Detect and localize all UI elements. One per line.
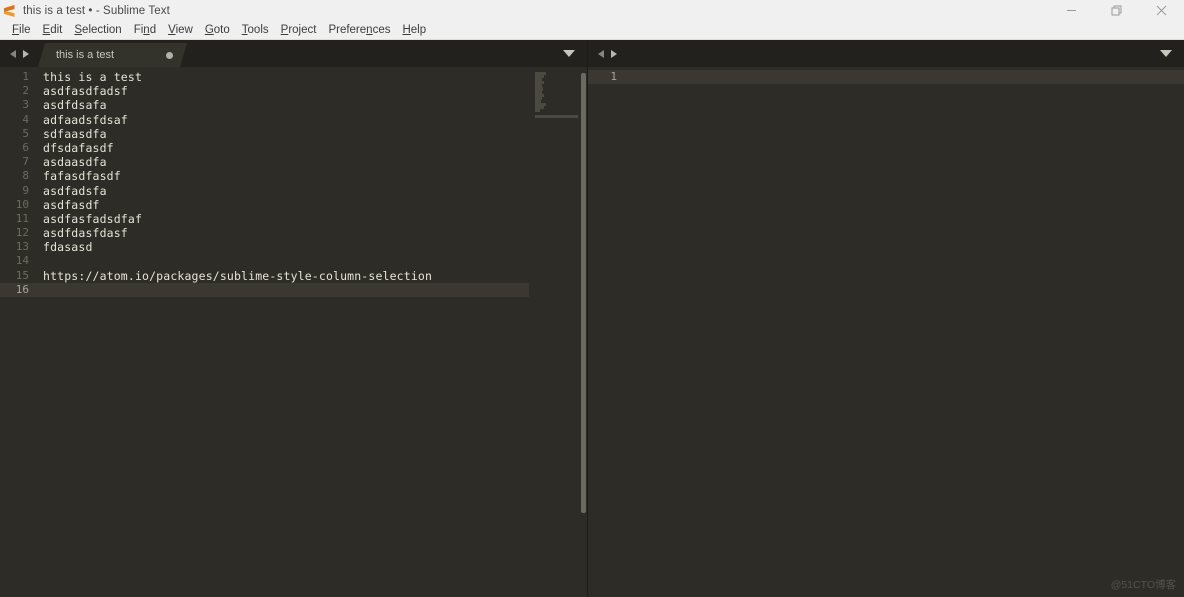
menu-item-selection[interactable]: Selection [68, 21, 127, 39]
close-button[interactable] [1139, 0, 1184, 21]
code-line[interactable]: sdfaasdfa [36, 127, 529, 141]
code-line[interactable]: dfsdafasdf [36, 141, 529, 155]
unsaved-dot-icon [166, 52, 173, 59]
line-number: 8 [22, 169, 29, 183]
minimize-button[interactable] [1049, 0, 1094, 21]
minimize-icon [1067, 10, 1076, 11]
line-number: 16 [0, 282, 36, 297]
arrow-right-icon [22, 49, 29, 58]
code-content-right[interactable] [624, 67, 1184, 597]
tab-label: this is a test [56, 49, 115, 61]
menu-item-help[interactable]: Help [396, 21, 432, 39]
sublime-text-logo-icon [3, 4, 17, 18]
menu-item-project[interactable]: Project [275, 21, 323, 39]
editor-pane-right: 1 [588, 40, 1184, 597]
code-line[interactable] [624, 70, 1184, 85]
minimap-left[interactable] [529, 67, 587, 597]
code-line[interactable] [36, 254, 529, 268]
line-number: 12 [15, 226, 29, 240]
menu-item-find[interactable]: Find [128, 21, 162, 39]
line-number: 1 [22, 70, 29, 83]
tab-bar-right [588, 40, 1184, 67]
scrollbar-thumb[interactable] [581, 73, 586, 513]
line-number: 9 [22, 183, 29, 197]
minimap-line [535, 115, 578, 119]
line-number: 6 [22, 140, 29, 154]
close-icon [1156, 5, 1167, 16]
line-number: 11 [15, 211, 29, 225]
line-number: 10 [15, 197, 29, 211]
line-number: 1 [588, 70, 624, 85]
code-line[interactable]: fafasdfasdf [36, 169, 529, 183]
tab-nav-arrows-right[interactable] [588, 40, 626, 67]
menu-item-view[interactable]: View [162, 21, 199, 39]
code-line[interactable]: asdfadsfa [36, 184, 529, 198]
code-line[interactable]: this is a test [36, 70, 529, 84]
watermark: @51CTO博客 [1110, 579, 1176, 591]
tab-bar-spacer-right [626, 40, 1148, 67]
chevron-down-icon [563, 50, 575, 57]
tab-this-is-a-test[interactable]: this is a test [38, 43, 187, 67]
tab-bar-left: this is a test [0, 40, 587, 67]
minimap-line [535, 109, 541, 113]
sublime-text-window: this is a test • - Sublime Text File Edi… [0, 0, 1184, 597]
code-content-left[interactable]: this is a test asdfasdfadsf asdfdsafa adfaa… [36, 67, 529, 597]
menu-item-preferences[interactable]: Preferences [322, 21, 396, 39]
line-number: 15 [15, 268, 29, 282]
tab-overflow-menu-left[interactable] [551, 40, 587, 67]
line-number: 4 [22, 112, 29, 126]
chevron-down-icon [1160, 50, 1172, 57]
editor-pane-left: this is a test 1 2 3 4 5 6 7 8 9 10 11 12 13 14 15 16 t… [0, 40, 588, 597]
line-number: 7 [22, 155, 29, 169]
window-title: this is a test • - Sublime Text [23, 4, 170, 17]
menu-item-tools[interactable]: Tools [236, 21, 275, 39]
line-number-gutter-left: 1 2 3 4 5 6 7 8 9 10 11 12 13 14 15 16 [0, 67, 36, 597]
arrow-left-icon [597, 49, 604, 58]
menu-item-edit[interactable]: Edit [37, 21, 69, 39]
code-line[interactable]: asdfasdfadsf [36, 84, 529, 98]
tab-nav-arrows-left[interactable] [0, 40, 38, 67]
arrow-left-icon [9, 49, 16, 58]
line-number-gutter-right: 1 [588, 67, 624, 597]
line-number: 13 [15, 240, 29, 254]
title-bar: this is a test • - Sublime Text [0, 0, 1184, 21]
code-line[interactable]: https://atom.io/packages/sublime-style-c… [36, 269, 529, 283]
window-controls [1049, 0, 1184, 21]
code-line[interactable] [36, 282, 529, 297]
vertical-scrollbar-left[interactable] [581, 67, 586, 597]
code-line[interactable]: asdfasdf [36, 198, 529, 212]
line-number: 5 [22, 126, 29, 140]
restore-button[interactable] [1094, 0, 1139, 21]
line-number: 14 [15, 254, 29, 268]
editor-right[interactable]: 1 [588, 67, 1184, 597]
workspace: this is a test 1 2 3 4 5 6 7 8 9 10 11 12 13 14 15 16 t… [0, 40, 1184, 597]
tab-overflow-menu-right[interactable] [1148, 40, 1184, 67]
menu-item-file[interactable]: File [6, 21, 37, 39]
line-number: 3 [22, 98, 29, 112]
arrow-right-icon [610, 49, 617, 58]
code-line[interactable]: asdfdasfdasf [36, 226, 529, 240]
code-line[interactable]: asdaasdfa [36, 155, 529, 169]
editor-left[interactable]: 1 2 3 4 5 6 7 8 9 10 11 12 13 14 15 16 this is a test as… [0, 67, 587, 597]
menu-item-goto[interactable]: Goto [199, 21, 236, 39]
code-line[interactable]: asdfasfadsdfaf [36, 212, 529, 226]
tab-bar-spacer-left [187, 40, 551, 67]
code-line[interactable]: adfaadsfdsaf [36, 113, 529, 127]
menu-bar: File Edit Selection Find View Goto Tools… [0, 21, 1184, 40]
code-line[interactable]: asdfdsafa [36, 98, 529, 112]
restore-icon [1111, 5, 1122, 16]
code-line[interactable]: fdasasd [36, 240, 529, 254]
line-number: 2 [22, 84, 29, 98]
